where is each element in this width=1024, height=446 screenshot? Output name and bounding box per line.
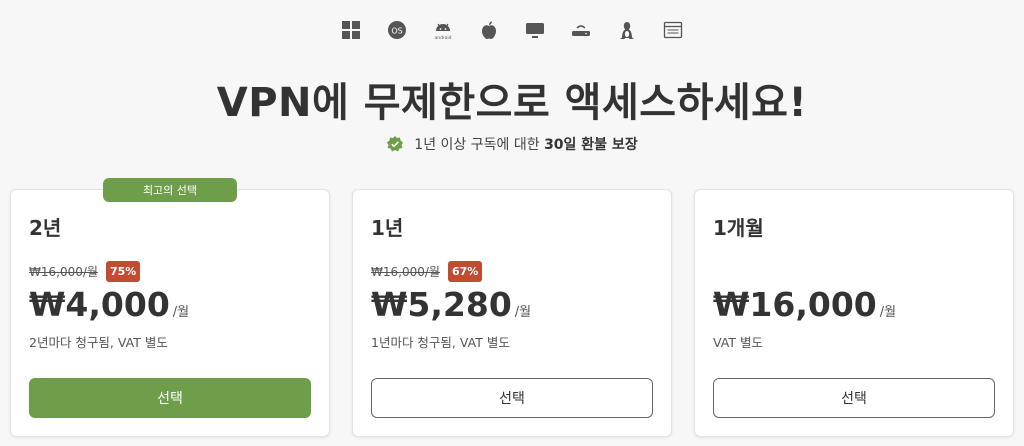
macos-icon[interactable]: OS bbox=[385, 18, 409, 42]
billing-note: 2년마다 청구됨, VAT 별도 bbox=[29, 335, 168, 350]
best-choice-badge: 최고의 선택 bbox=[103, 178, 237, 202]
select-1-month-button[interactable]: 선택 bbox=[713, 378, 995, 418]
browser-icon[interactable] bbox=[661, 18, 685, 42]
plan-card-1-year: 1년 ₩16,000/월 67% ₩5,280 /월 1년마다 청구됨, VAT… bbox=[352, 189, 672, 437]
price-amount: ₩16,000 bbox=[713, 285, 877, 324]
plan-card-1-month: 1개월 ₩16,000 /월 VAT 별도 선택 bbox=[694, 189, 1014, 437]
linux-icon[interactable] bbox=[615, 18, 639, 42]
original-price: ₩16,000/월 bbox=[371, 265, 440, 279]
plan-term: 2년 bbox=[29, 216, 62, 240]
original-price: ₩16,000/월 bbox=[29, 265, 98, 279]
router-icon[interactable] bbox=[569, 18, 593, 42]
windows-icon[interactable] bbox=[339, 18, 363, 42]
plan-price: ₩4,000 /월 bbox=[29, 285, 189, 324]
price-amount: ₩4,000 bbox=[29, 285, 170, 324]
guarantee-prefix: 1년 이상 구독에 대한 bbox=[414, 137, 540, 153]
price-amount: ₩5,280 bbox=[371, 285, 512, 324]
billing-note: VAT 별도 bbox=[713, 335, 763, 350]
android-icon[interactable]: android bbox=[431, 18, 455, 42]
price-unit: /월 bbox=[879, 305, 897, 320]
plan-term: 1개월 bbox=[713, 216, 764, 240]
price-unit: /월 bbox=[514, 305, 532, 320]
verified-badge-icon bbox=[387, 136, 404, 152]
original-price-row: ₩16,000/월 75% bbox=[29, 261, 141, 282]
select-2-year-button[interactable]: 선택 bbox=[29, 378, 311, 418]
plan-card-2-year: 최고의 선택 2년 ₩16,000/월 75% ₩4,000 /월 2년마다 청… bbox=[10, 178, 330, 437]
plan-term: 1년 bbox=[371, 216, 404, 240]
guarantee-text: 1년 이상 구독에 대한 30일 환불 보장 bbox=[414, 134, 637, 154]
plan-price: ₩16,000 /월 bbox=[713, 285, 896, 324]
android-icon-label: android bbox=[434, 35, 451, 41]
select-1-year-button[interactable]: 선택 bbox=[371, 378, 653, 418]
page-title: VPN에 무제한으로 액세스하세요! bbox=[216, 80, 808, 126]
macos-icon-label: OS bbox=[391, 27, 402, 36]
discount-badge: 67% bbox=[447, 261, 483, 282]
discount-badge: 75% bbox=[105, 261, 141, 282]
platform-icons: OS android bbox=[0, 18, 1024, 42]
apple-icon[interactable] bbox=[477, 18, 501, 42]
guarantee-highlight: 30일 환불 보장 bbox=[544, 137, 638, 153]
tv-icon[interactable] bbox=[523, 18, 547, 42]
price-unit: /월 bbox=[172, 305, 190, 320]
original-price-row: ₩16,000/월 67% bbox=[371, 261, 483, 282]
pricing-page: OS android VPN에 무제한으로 액세스하세요! 1년 이상 구독에 … bbox=[0, 0, 1024, 446]
money-back-guarantee: 1년 이상 구독에 대한 30일 환불 보장 bbox=[0, 134, 1024, 154]
plan-price: ₩5,280 /월 bbox=[371, 285, 531, 324]
billing-note: 1년마다 청구됨, VAT 별도 bbox=[371, 335, 510, 350]
